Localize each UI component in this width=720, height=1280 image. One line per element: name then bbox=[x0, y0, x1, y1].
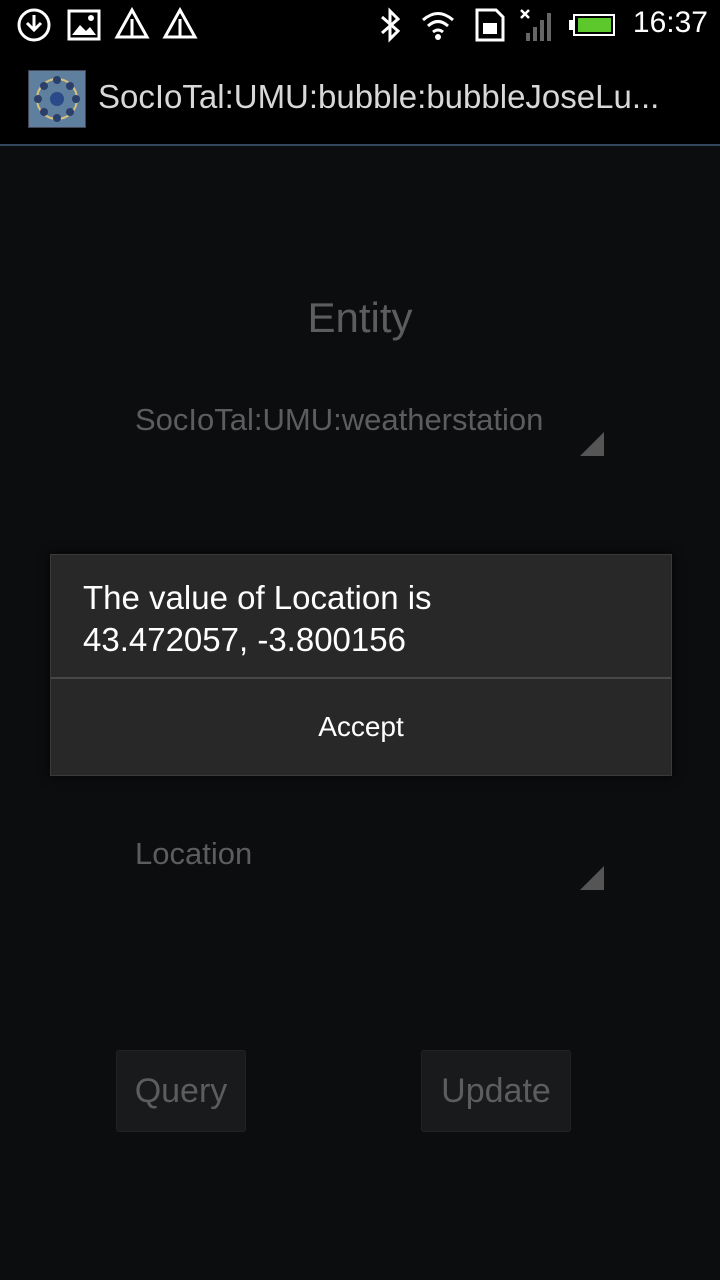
cell-signal-icon bbox=[520, 9, 551, 41]
app-title: SocIoTal:UMU:bubble:bubbleJoseLu... bbox=[98, 78, 660, 115]
dialog-message-line2: 43.472057, -3.800156 bbox=[83, 621, 406, 658]
wifi-icon bbox=[422, 12, 454, 40]
status-bar: 16:37 bbox=[0, 0, 720, 50]
dialog-message-line1: The value of Location is bbox=[83, 579, 432, 616]
update-button[interactable]: Update bbox=[421, 1050, 571, 1132]
accept-button[interactable]: Accept bbox=[51, 679, 671, 775]
location-dialog: The value of Location is 43.472057, -3.8… bbox=[50, 554, 672, 776]
action-bar: SocIoTal:UMU:bubble:bubbleJoseLu... bbox=[0, 50, 720, 146]
app-logo-icon[interactable] bbox=[28, 70, 86, 128]
entity-label: Entity bbox=[307, 294, 413, 341]
dialog-message: The value of Location is 43.472057, -3.8… bbox=[83, 577, 643, 661]
attribute-spinner-value: Location bbox=[135, 836, 253, 871]
query-button[interactable]: Query bbox=[116, 1050, 246, 1132]
bluetooth-icon bbox=[381, 7, 401, 43]
entity-spinner[interactable]: SocIoTal:UMU:weatherstation bbox=[130, 392, 610, 462]
sim-icon bbox=[475, 8, 505, 42]
battery-icon bbox=[569, 14, 615, 36]
signal-alert-icon bbox=[162, 7, 198, 39]
status-time: 16:37 bbox=[632, 6, 708, 39]
download-icon bbox=[17, 8, 51, 42]
entity-spinner-value: SocIoTal:UMU:weatherstation bbox=[135, 402, 544, 437]
signal-alert-icon bbox=[114, 7, 150, 39]
dropdown-arrow-icon bbox=[580, 432, 604, 456]
dropdown-arrow-icon bbox=[580, 866, 604, 890]
image-icon bbox=[67, 9, 101, 41]
attribute-spinner[interactable]: Location bbox=[130, 826, 610, 896]
